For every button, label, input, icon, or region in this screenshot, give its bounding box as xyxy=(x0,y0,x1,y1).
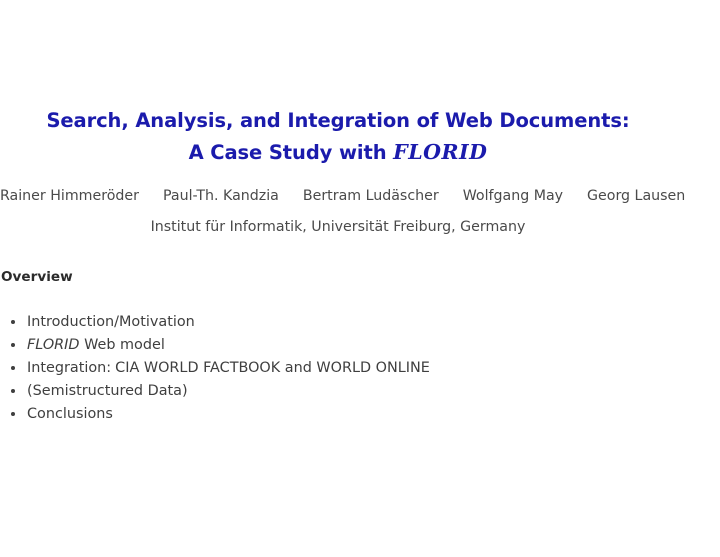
author-name: Wolfgang May xyxy=(462,188,564,204)
bullet-dot-icon xyxy=(11,366,16,371)
author-list: Rainer Himmeröder Paul-Th. Kandzia Bertram… xyxy=(0,188,685,204)
title-florid-emphasis: FLORID xyxy=(393,140,488,164)
title-line-2-prefix: A Case Study with xyxy=(188,141,394,164)
bullet-dot-icon xyxy=(11,412,16,417)
list-item: Integration: CIA WORLD FACTBOOK and WORL… xyxy=(0,359,700,382)
overview-list: Introduction/Motivation FLORID Web model… xyxy=(0,313,700,428)
title-line-2: A Case Study with FLORID xyxy=(0,137,676,168)
title-line-1: Search, Analysis, and Integration of Web… xyxy=(46,109,630,132)
list-item-label: (Semistructured Data) xyxy=(27,383,188,399)
list-item-label: Introduction/Motivation xyxy=(27,314,195,330)
list-item-label: Web model xyxy=(79,337,165,353)
list-item-label: Conclusions xyxy=(27,406,113,422)
overview-heading: Overview xyxy=(1,269,73,285)
bullet-dot-icon xyxy=(11,343,16,348)
list-item: FLORID Web model xyxy=(0,336,700,359)
list-item-label-secondary: CIA WORLD FACTBOOK and WORLD ONLINE xyxy=(115,360,430,376)
title-block: Search, Analysis, and Integration of Web… xyxy=(0,106,676,168)
bullet-dot-icon xyxy=(11,320,16,325)
list-item-emphasis: FLORID xyxy=(27,337,80,353)
author-name: Georg Lausen xyxy=(587,188,686,204)
bullet-dot-icon xyxy=(11,389,16,394)
author-name: Bertram Ludäscher xyxy=(302,188,439,204)
list-item: Introduction/Motivation xyxy=(0,313,700,336)
presentation-slide: Search, Analysis, and Integration of Web… xyxy=(0,0,720,557)
list-item-label: Integration: xyxy=(27,360,112,376)
list-item: Conclusions xyxy=(0,405,700,428)
author-name: Rainer Himmeröder xyxy=(0,188,139,204)
affiliation: Institut für Informatik, Universität Fre… xyxy=(150,219,526,235)
author-name: Paul-Th. Kandzia xyxy=(163,188,279,204)
list-item: (Semistructured Data) xyxy=(0,382,700,405)
